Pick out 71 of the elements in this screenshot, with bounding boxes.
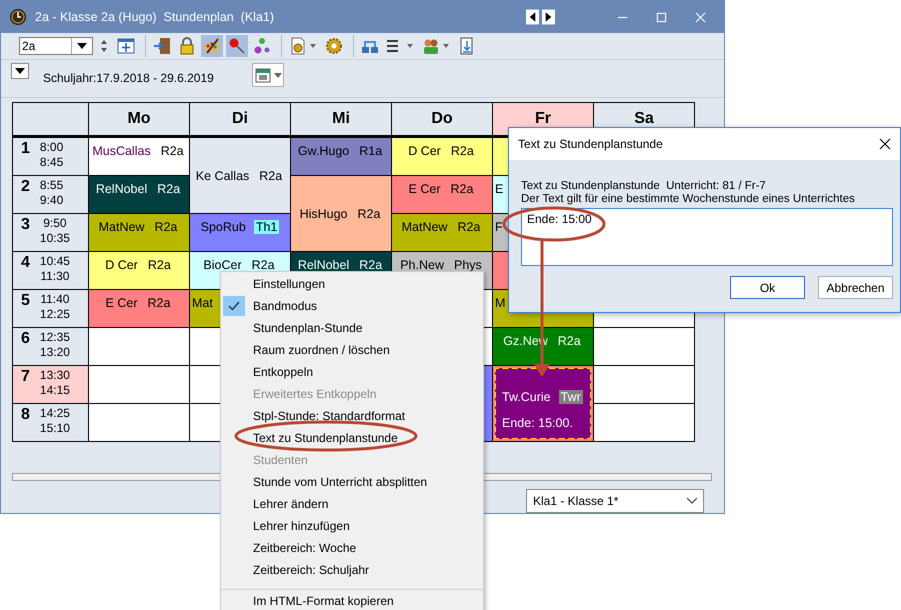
period-number: 2 [21,178,30,197]
day-header: Di [190,103,290,137]
period-start-time: 14:25 [40,406,70,421]
period-end-time: 13:20 [40,345,70,360]
period-end-time: 10:35 [40,231,70,246]
period-number: 4 [21,254,30,273]
lesson-subject-teacher: RelNobel [96,182,148,196]
period-start-time: 13:30 [40,368,70,383]
lesson-subject-teacher: SpoRub [200,220,246,234]
lesson-subject-teacher: E Cer [408,182,440,196]
period-start-time: 8:55 [40,178,64,193]
period-number: 8 [21,406,30,425]
day-header: Mo [89,103,189,137]
lesson-info-text: Text zu Stundenplanstunde Unterricht: 81 / Fr-7 [521,180,767,193]
period-end-time: 9:40 [40,193,64,208]
period-number: 3 [21,216,30,235]
lesson-room: Phys [452,258,483,272]
dialog-title: Text zu Stundenplanstunde [518,137,663,151]
lesson-subject-teacher: MatNew [402,220,448,234]
lesson-room: R1a [358,144,384,158]
lesson-subject-teacher: Tw.Curie [502,390,551,404]
lesson-subject-teacher: Ke Callas [196,168,250,182]
period-number: 7 [21,368,30,387]
lesson-room: R2a [250,258,276,272]
lesson-subject-teacher: D Cer [408,144,441,158]
period-start-time: 11:40 [40,292,70,307]
day-header: Do [392,103,492,137]
lesson-room: R2a [146,296,172,310]
lesson-room: R2a [156,182,182,196]
period-number: 5 [21,292,30,311]
lesson-room: R2a [450,182,474,196]
period-end-time: 14:15 [40,383,70,398]
period-start-time: 10:45 [40,254,70,269]
lesson-room: R2a [450,144,475,158]
period-start-time: 8:00 [40,140,64,155]
lesson-room: R2a [146,258,172,272]
lesson-subject-teacher: RelNobel [298,258,350,272]
lesson-subject-teacher: E [495,182,504,196]
period-start-time: 9:50 [43,216,67,231]
lesson-subject-teacher: D Cer [105,258,138,272]
period-end-time: 8:45 [40,155,64,170]
lesson-subject-teacher: MusCallas [92,144,151,158]
period-end-time: 12:25 [40,307,70,322]
day-header: Mi [291,103,391,137]
lesson-note: Ende: 15:00. [502,416,573,430]
hint-text: Der Text gilt für eine bestimmte Wochenstunde eines Unterrichtes [521,193,856,206]
lesson-subject-teacher: F [495,220,503,234]
lesson-room: R2a [153,220,178,234]
lesson-room: R2a [160,144,185,158]
lesson-room: Th1 [254,220,280,234]
period-number: 6 [21,330,30,349]
lesson-subject-teacher: BioCer [203,258,242,272]
lesson-subject-teacher: Gw.Hugo [298,144,350,158]
lesson-subject-teacher: Mat [192,296,213,310]
period-end-time: 15:10 [40,421,70,436]
lesson-room: R2a [356,206,382,220]
lesson-subject-teacher: M [495,296,506,310]
lesson-room: Twr [558,390,583,404]
lesson-room: R2a [556,334,582,348]
lesson-room: R2a [358,258,384,272]
lesson-room: R2a [258,168,284,182]
lesson-subject-teacher: E Cer [106,296,138,310]
period-number: 1 [21,140,30,159]
lesson-room: R2a [456,220,482,234]
lesson-subject-teacher: MatNew [98,220,144,234]
lesson-subject-teacher: Ph.New [400,258,444,272]
period-end-time: 11:30 [40,269,70,284]
school-year-label: Schuljahr:17.9.2018 - 29.6.2019 [43,71,215,85]
period-start-time: 12:35 [40,330,70,345]
window-title: 2a - Klasse 2a (Hugo) Stundenplan (Kla1) [35,10,276,24]
lesson-subject-teacher: HisHugo [300,206,348,220]
